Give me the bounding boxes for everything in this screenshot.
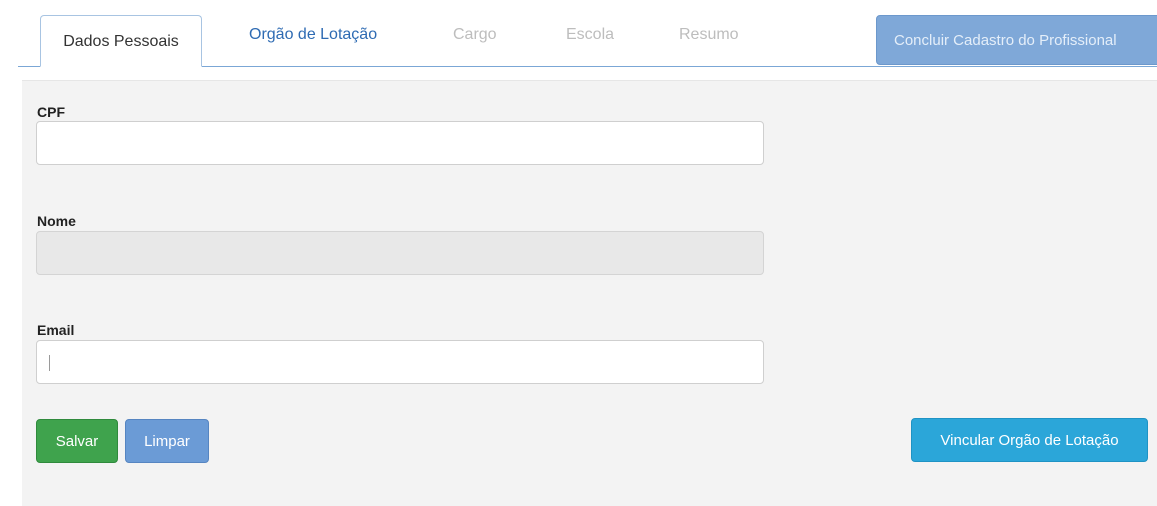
email-label: Email bbox=[37, 322, 75, 338]
nome-label: Nome bbox=[37, 213, 76, 229]
left-margin bbox=[0, 68, 8, 506]
save-button[interactable]: Salvar bbox=[36, 419, 118, 463]
tab-dados-pessoais[interactable]: Dados Pessoais bbox=[40, 15, 202, 67]
tab-resumo[interactable]: Resumo bbox=[679, 26, 739, 44]
page: Dados Pessoais Orgão de Lotação Cargo Es… bbox=[0, 0, 1157, 506]
vincular-orgao-button[interactable]: Vincular Orgão de Lotação bbox=[911, 418, 1148, 462]
tab-cargo[interactable]: Cargo bbox=[453, 26, 497, 44]
text-caret bbox=[49, 355, 50, 371]
cpf-label: CPF bbox=[37, 104, 65, 120]
tab-escola[interactable]: Escola bbox=[566, 26, 614, 44]
email-input[interactable] bbox=[36, 340, 764, 384]
tab-orgao-lotacao[interactable]: Orgão de Lotação bbox=[249, 26, 377, 44]
concluir-cadastro-button[interactable]: Concluir Cadastro do Profissional bbox=[876, 15, 1157, 65]
nome-input bbox=[36, 231, 764, 275]
clear-button[interactable]: Limpar bbox=[125, 419, 209, 463]
cpf-input[interactable] bbox=[36, 121, 764, 165]
